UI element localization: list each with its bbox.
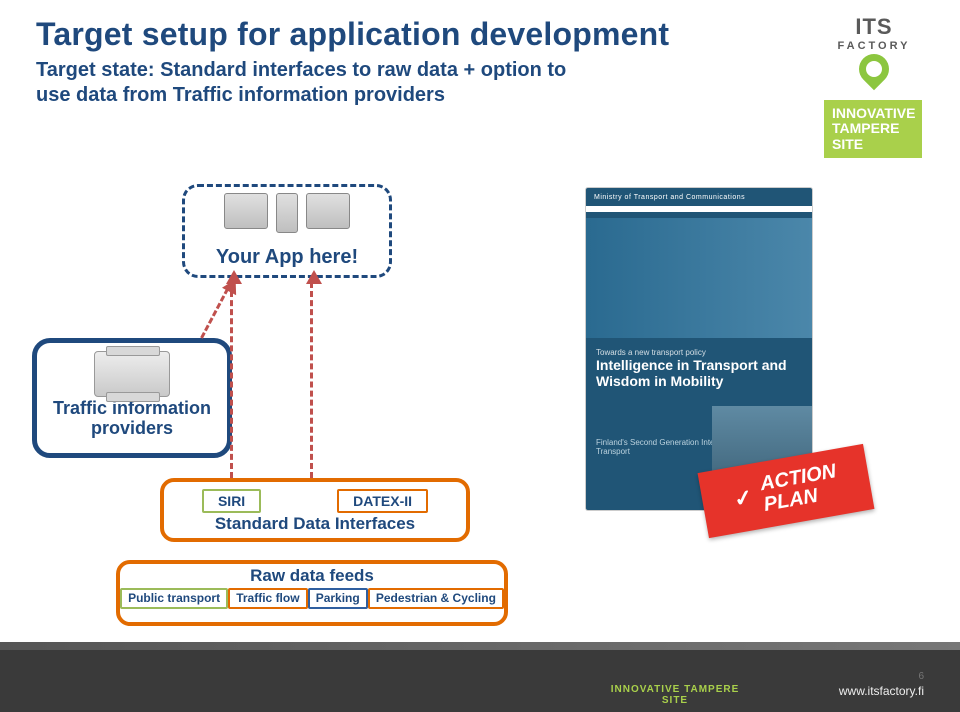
- report-ministry: Ministry of Transport and Communications: [594, 194, 745, 201]
- pedestrian-cycling-chip: Pedestrian & Cycling: [368, 588, 504, 609]
- desktop-icon: [224, 193, 268, 229]
- arrow-up-icon: [200, 288, 229, 339]
- footer-tampere-logo-text: INNOVATIVE TAMPERE SITE: [600, 684, 750, 706]
- page-subtitle: Target state: Standard interfaces to raw…: [36, 58, 596, 108]
- device-icons: [185, 193, 389, 239]
- traffic-info-providers-box: Traffic information providers: [32, 338, 232, 458]
- innovative-tampere-site-logo: INNOVATIVE TAMPERE SITE: [824, 100, 922, 158]
- your-app-label: Your App here!: [185, 246, 389, 269]
- report-headline: Intelligence in Transport and Wisdom in …: [596, 357, 802, 389]
- its-factory-logo: ITS FACTORY: [828, 14, 920, 90]
- siri-tag: SIRI: [202, 489, 261, 513]
- standard-data-interfaces-label: Standard Data Interfaces: [164, 514, 466, 534]
- footer-bar: INNOVATIVE TAMPERE SITE 6 www.itsfactory…: [0, 650, 960, 712]
- checkmark-icon: ✓: [732, 484, 755, 513]
- phone-icon: [276, 193, 298, 233]
- dashboard-icon: [306, 193, 350, 229]
- raw-data-feeds-box: Raw data feeds Public transport Traffic …: [116, 560, 508, 626]
- footer-url: www.itsfactory.fi: [839, 684, 924, 698]
- raw-data-feeds-label: Raw data feeds: [120, 566, 504, 586]
- traffic-flow-chip: Traffic flow: [228, 588, 307, 609]
- arrow-up-icon: [310, 282, 313, 478]
- parking-chip: Parking: [308, 588, 368, 609]
- page-title: Target setup for application development: [36, 16, 669, 53]
- its-factory-logo-text-sub: FACTORY: [828, 40, 920, 52]
- public-transport-chip: Public transport: [120, 588, 228, 609]
- server-icon: [94, 351, 170, 397]
- datex-tag: DATEX-II: [337, 489, 428, 513]
- footer-tampere-logo: INNOVATIVE TAMPERE SITE: [600, 684, 750, 706]
- its-factory-logo-text-top: ITS: [855, 14, 892, 39]
- footer-page-number: 6: [918, 671, 924, 682]
- arrow-up-icon: [230, 282, 233, 478]
- map-pin-icon: [853, 48, 895, 90]
- traffic-info-providers-label: Traffic information providers: [37, 399, 227, 439]
- report-kicker: Towards a new transport policy: [596, 348, 802, 357]
- standard-data-interfaces-box: SIRI DATEX-II Standard Data Interfaces: [160, 478, 470, 542]
- your-app-box: Your App here!: [182, 184, 392, 278]
